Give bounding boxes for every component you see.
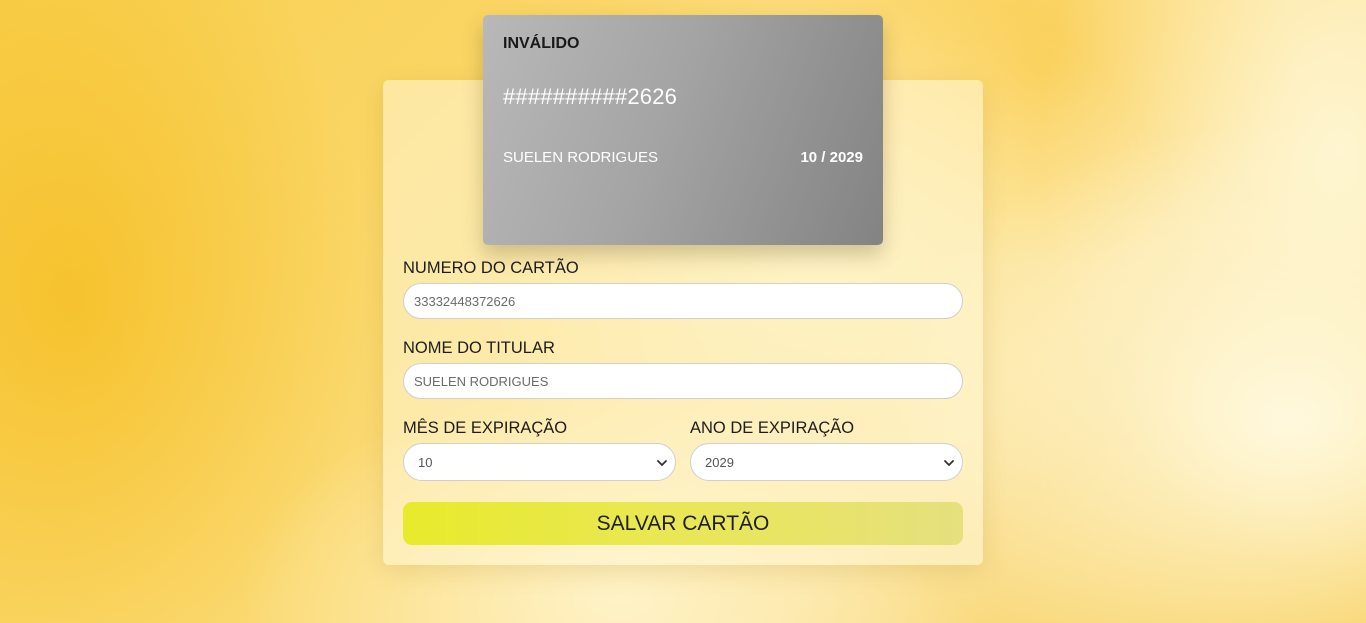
chevron-down-icon (944, 460, 954, 466)
holder-name-value: SUELEN RODRIGUES (414, 373, 549, 389)
card-holder-display: SUELEN RODRIGUES (503, 149, 659, 166)
holder-name-label: NOME DO TITULAR (403, 339, 555, 357)
exp-month-value: 10 (418, 454, 433, 470)
exp-year-value: 2029 (705, 454, 734, 470)
card-expiry-display: 10 / 2029 (800, 149, 863, 166)
chevron-down-icon (657, 460, 667, 466)
card-number-label: NUMERO DO CARTÃO (403, 259, 579, 277)
exp-month-label: MÊS DE EXPIRAÇÃO (403, 419, 568, 437)
card-number-display: ##########2626 (503, 84, 678, 109)
card-number-input[interactable]: 33332448372626 (403, 283, 963, 319)
exp-month-select[interactable]: 10 (403, 443, 676, 481)
exp-year-select[interactable]: 2029 (690, 443, 963, 481)
card-status: INVÁLIDO (503, 35, 580, 52)
card-number-value: 33332448372626 (414, 293, 516, 309)
holder-name-input[interactable]: SUELEN RODRIGUES (403, 363, 963, 399)
save-card-button[interactable]: SALVAR CARTÃO (403, 502, 963, 545)
credit-card-preview: INVÁLIDO ##########2626 SUELEN RODRIGUES… (483, 15, 883, 245)
exp-year-label: ANO DE EXPIRAÇÃO (690, 419, 855, 437)
